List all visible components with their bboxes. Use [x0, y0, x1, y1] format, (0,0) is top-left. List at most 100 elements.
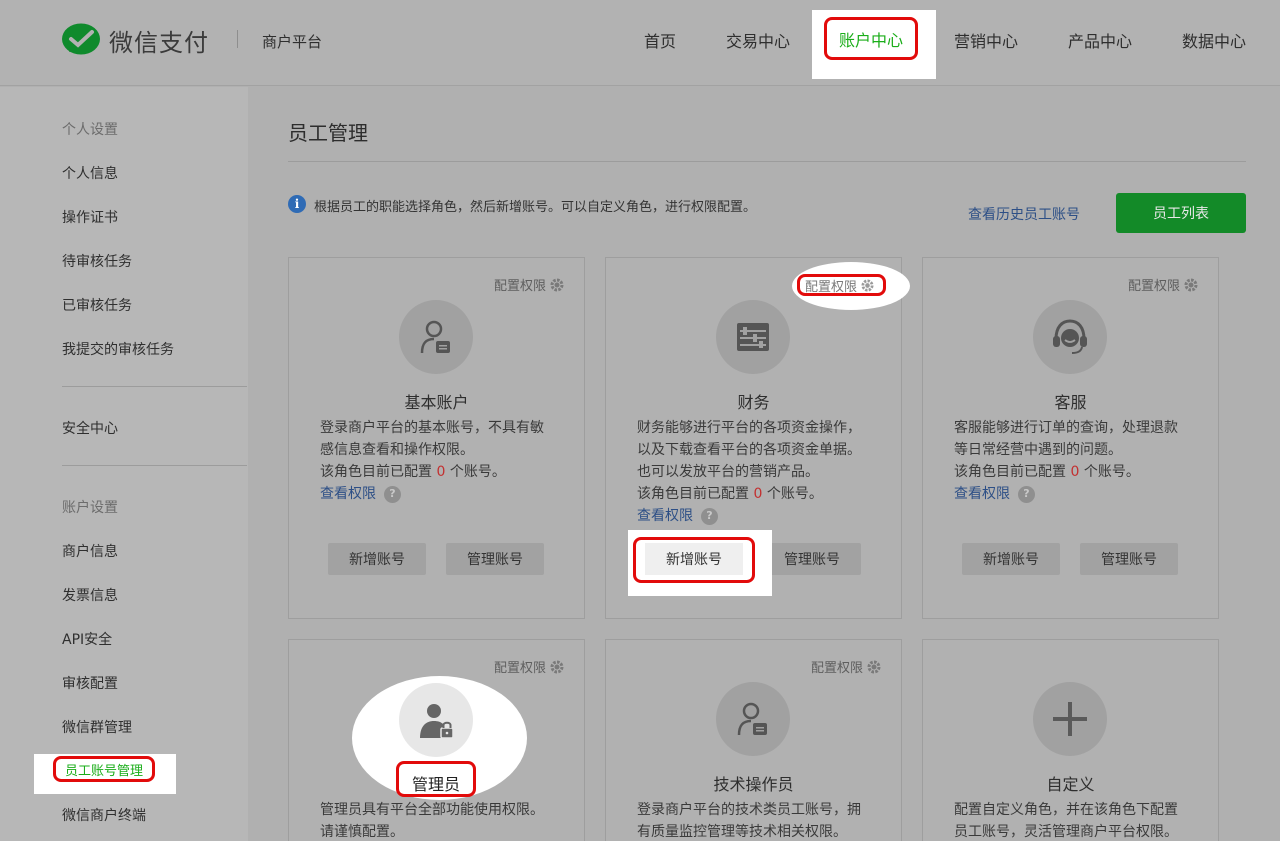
top-header: 微信支付 商户平台 首页 交易中心 账户中心 营销中心 产品中心 数据中心	[0, 0, 1280, 86]
desc-line: 有质量监控管理等技术相关权限。	[637, 824, 847, 840]
gear-icon	[867, 660, 881, 673]
sidebar-divider	[62, 465, 247, 466]
count-suffix: 个账号。	[449, 464, 506, 480]
view-permission-label: 查看权限	[954, 486, 1010, 502]
nav-product[interactable]: 产品中心	[1068, 28, 1132, 52]
sidebar-item-personal-info[interactable]: 个人信息	[62, 163, 118, 183]
count-value: 0	[753, 486, 763, 502]
sidebar-divider	[62, 386, 247, 387]
role-card-custom: 自定义 配置自定义角色，并在该角色下配置 员工账号，灵活管理商户平台权限。	[922, 639, 1219, 841]
view-permission-link[interactable]: 查看权限?	[637, 505, 718, 527]
role-name: 自定义	[1046, 775, 1095, 794]
title-divider	[288, 161, 1246, 162]
account-count: 该角色目前已配置 0 个账号。	[320, 461, 560, 483]
sidebar: 个人设置 个人信息 操作证书 待审核任务 已审核任务 我提交的审核任务 安全中心…	[0, 87, 248, 841]
role-card-customer-service: 配置权限 客服 客服能够进行订单的查询，处理退款 等日常经营中遇到的问题。 该角…	[922, 257, 1219, 619]
history-accounts-link[interactable]: 查看历史员工账号	[968, 204, 1080, 224]
role-icon-circle	[399, 683, 473, 757]
user-doc-icon	[737, 702, 767, 736]
help-icon[interactable]: ?	[384, 485, 401, 503]
add-account-button[interactable]: 新增账号	[962, 543, 1060, 575]
count-prefix: 该角色目前已配置	[637, 486, 749, 502]
desc-line: 感信息查看和操作权限。	[320, 442, 474, 458]
user-doc-icon	[420, 320, 450, 354]
admin-highlight-ring	[396, 761, 476, 797]
sidebar-item-pending-tasks[interactable]: 待审核任务	[62, 251, 132, 271]
config-highlight-ring	[797, 274, 886, 296]
staff-list-button[interactable]: 员工列表	[1116, 193, 1246, 233]
sidebar-item-merchant-info[interactable]: 商户信息	[62, 541, 118, 561]
sidebar-item-staff-accounts[interactable]: 员工账号管理	[53, 756, 155, 782]
plus-icon	[1053, 702, 1087, 736]
desc-line: 财务能够进行平台的各项资金操作，	[637, 420, 861, 436]
wechat-pay-logo-icon	[62, 23, 100, 55]
count-suffix: 个账号。	[766, 486, 823, 502]
role-name: 客服	[1054, 393, 1087, 412]
info-icon: i	[288, 195, 306, 213]
role-icon-circle	[399, 300, 473, 374]
sidebar-item-merchant-terminal[interactable]: 微信商户终端	[62, 805, 146, 825]
config-permission-link[interactable]: 配置权限	[811, 657, 881, 676]
desc-line: 登录商户平台的基本账号，不具有敏	[320, 420, 544, 436]
config-permission-link[interactable]: 配置权限	[1128, 275, 1198, 294]
sidebar-group-account: 账户设置	[62, 500, 118, 516]
view-permission-link[interactable]: 查看权限?	[320, 483, 401, 505]
count-prefix: 该角色目前已配置	[320, 464, 432, 480]
role-card-basic: 配置权限 基本账户 登录商户平台的基本账号，不具有敏 感信息查看和操作权限。 该…	[288, 257, 585, 619]
sidebar-item-certificate[interactable]: 操作证书	[62, 207, 118, 227]
view-permission-link[interactable]: 查看权限?	[954, 483, 1035, 505]
sidebar-item-invoice[interactable]: 发票信息	[62, 585, 118, 605]
role-name: 技术操作员	[713, 775, 794, 794]
config-permission-link[interactable]: 配置权限	[494, 275, 564, 294]
sidebar-item-reviewed-tasks[interactable]: 已审核任务	[62, 295, 132, 315]
config-permission-label: 配置权限	[810, 661, 863, 676]
logo-divider	[237, 30, 238, 48]
sidebar-item-api-security[interactable]: API安全	[62, 629, 112, 649]
gear-icon	[550, 660, 564, 673]
manage-account-button[interactable]: 管理账号	[1080, 543, 1178, 575]
nav-home[interactable]: 首页	[644, 28, 676, 52]
config-permission-label: 配置权限	[1127, 279, 1180, 294]
role-description: 配置自定义角色，并在该角色下配置 员工账号，灵活管理商户平台权限。	[954, 799, 1194, 841]
add-role-button[interactable]	[1033, 682, 1107, 756]
desc-line: 等日常经营中遇到的问题。	[954, 442, 1122, 458]
count-prefix: 该角色目前已配置	[954, 464, 1066, 480]
platform-name: 商户平台	[262, 33, 323, 51]
count-suffix: 个账号。	[1083, 464, 1140, 480]
config-permission-link[interactable]: 配置权限	[494, 657, 564, 676]
config-permission-label: 配置权限	[493, 661, 546, 676]
role-description: 登录商户平台的技术类员工账号，拥 有质量监控管理等技术相关权限。	[637, 799, 877, 841]
role-description: 财务能够进行平台的各项资金操作， 以及下载查看平台的各项资金单据。 也可以发放平…	[637, 417, 877, 527]
account-count: 该角色目前已配置 0 个账号。	[637, 483, 877, 505]
sidebar-group-personal: 个人设置	[62, 122, 118, 138]
add-account-highlight-ring	[633, 537, 755, 583]
wechat-pay-logo[interactable]: 微信支付	[61, 22, 209, 58]
desc-line: 客服能够进行订单的查询，处理退款	[954, 420, 1178, 436]
account-count: 该角色目前已配置 0 个账号。	[954, 461, 1194, 483]
role-description: 管理员具有平台全部功能使用权限。 请谨慎配置。	[320, 799, 560, 841]
config-permission-label: 配置权限	[493, 279, 546, 294]
desc-line: 登录商户平台的技术类员工账号，拥	[637, 802, 861, 818]
sidebar-item-my-submitted[interactable]: 我提交的审核任务	[62, 339, 174, 359]
nav-trade[interactable]: 交易中心	[726, 28, 790, 52]
desc-line: 以及下载查看平台的各项资金单据。	[637, 442, 861, 458]
role-icon-circle	[716, 300, 790, 374]
nav-account[interactable]: 账户中心	[824, 17, 918, 60]
sidebar-item-wechat-group[interactable]: 微信群管理	[62, 717, 132, 737]
role-description: 客服能够进行订单的查询，处理退款 等日常经营中遇到的问题。 该角色目前已配置 0…	[954, 417, 1194, 505]
manage-account-button[interactable]: 管理账号	[763, 543, 861, 575]
help-icon[interactable]: ?	[701, 507, 718, 525]
help-icon[interactable]: ?	[1018, 485, 1035, 503]
nav-marketing[interactable]: 营销中心	[954, 28, 1018, 52]
count-value: 0	[1070, 464, 1080, 480]
sidebar-item-review-config[interactable]: 审核配置	[62, 673, 118, 693]
desc-line: 管理员具有平台全部功能使用权限。	[320, 802, 544, 818]
desc-line: 员工账号，灵活管理商户平台权限。	[954, 824, 1178, 840]
add-account-button[interactable]: 新增账号	[328, 543, 426, 575]
role-name: 财务	[737, 393, 770, 412]
role-card-tech-operator: 配置权限 技术操作员 登录商户平台的技术类员工账号，拥 有质量监控管理等技术相关…	[605, 639, 902, 841]
manage-account-button[interactable]: 管理账号	[446, 543, 544, 575]
nav-data[interactable]: 数据中心	[1182, 28, 1246, 52]
page-title: 员工管理	[288, 121, 368, 145]
sidebar-item-security[interactable]: 安全中心	[62, 418, 118, 438]
